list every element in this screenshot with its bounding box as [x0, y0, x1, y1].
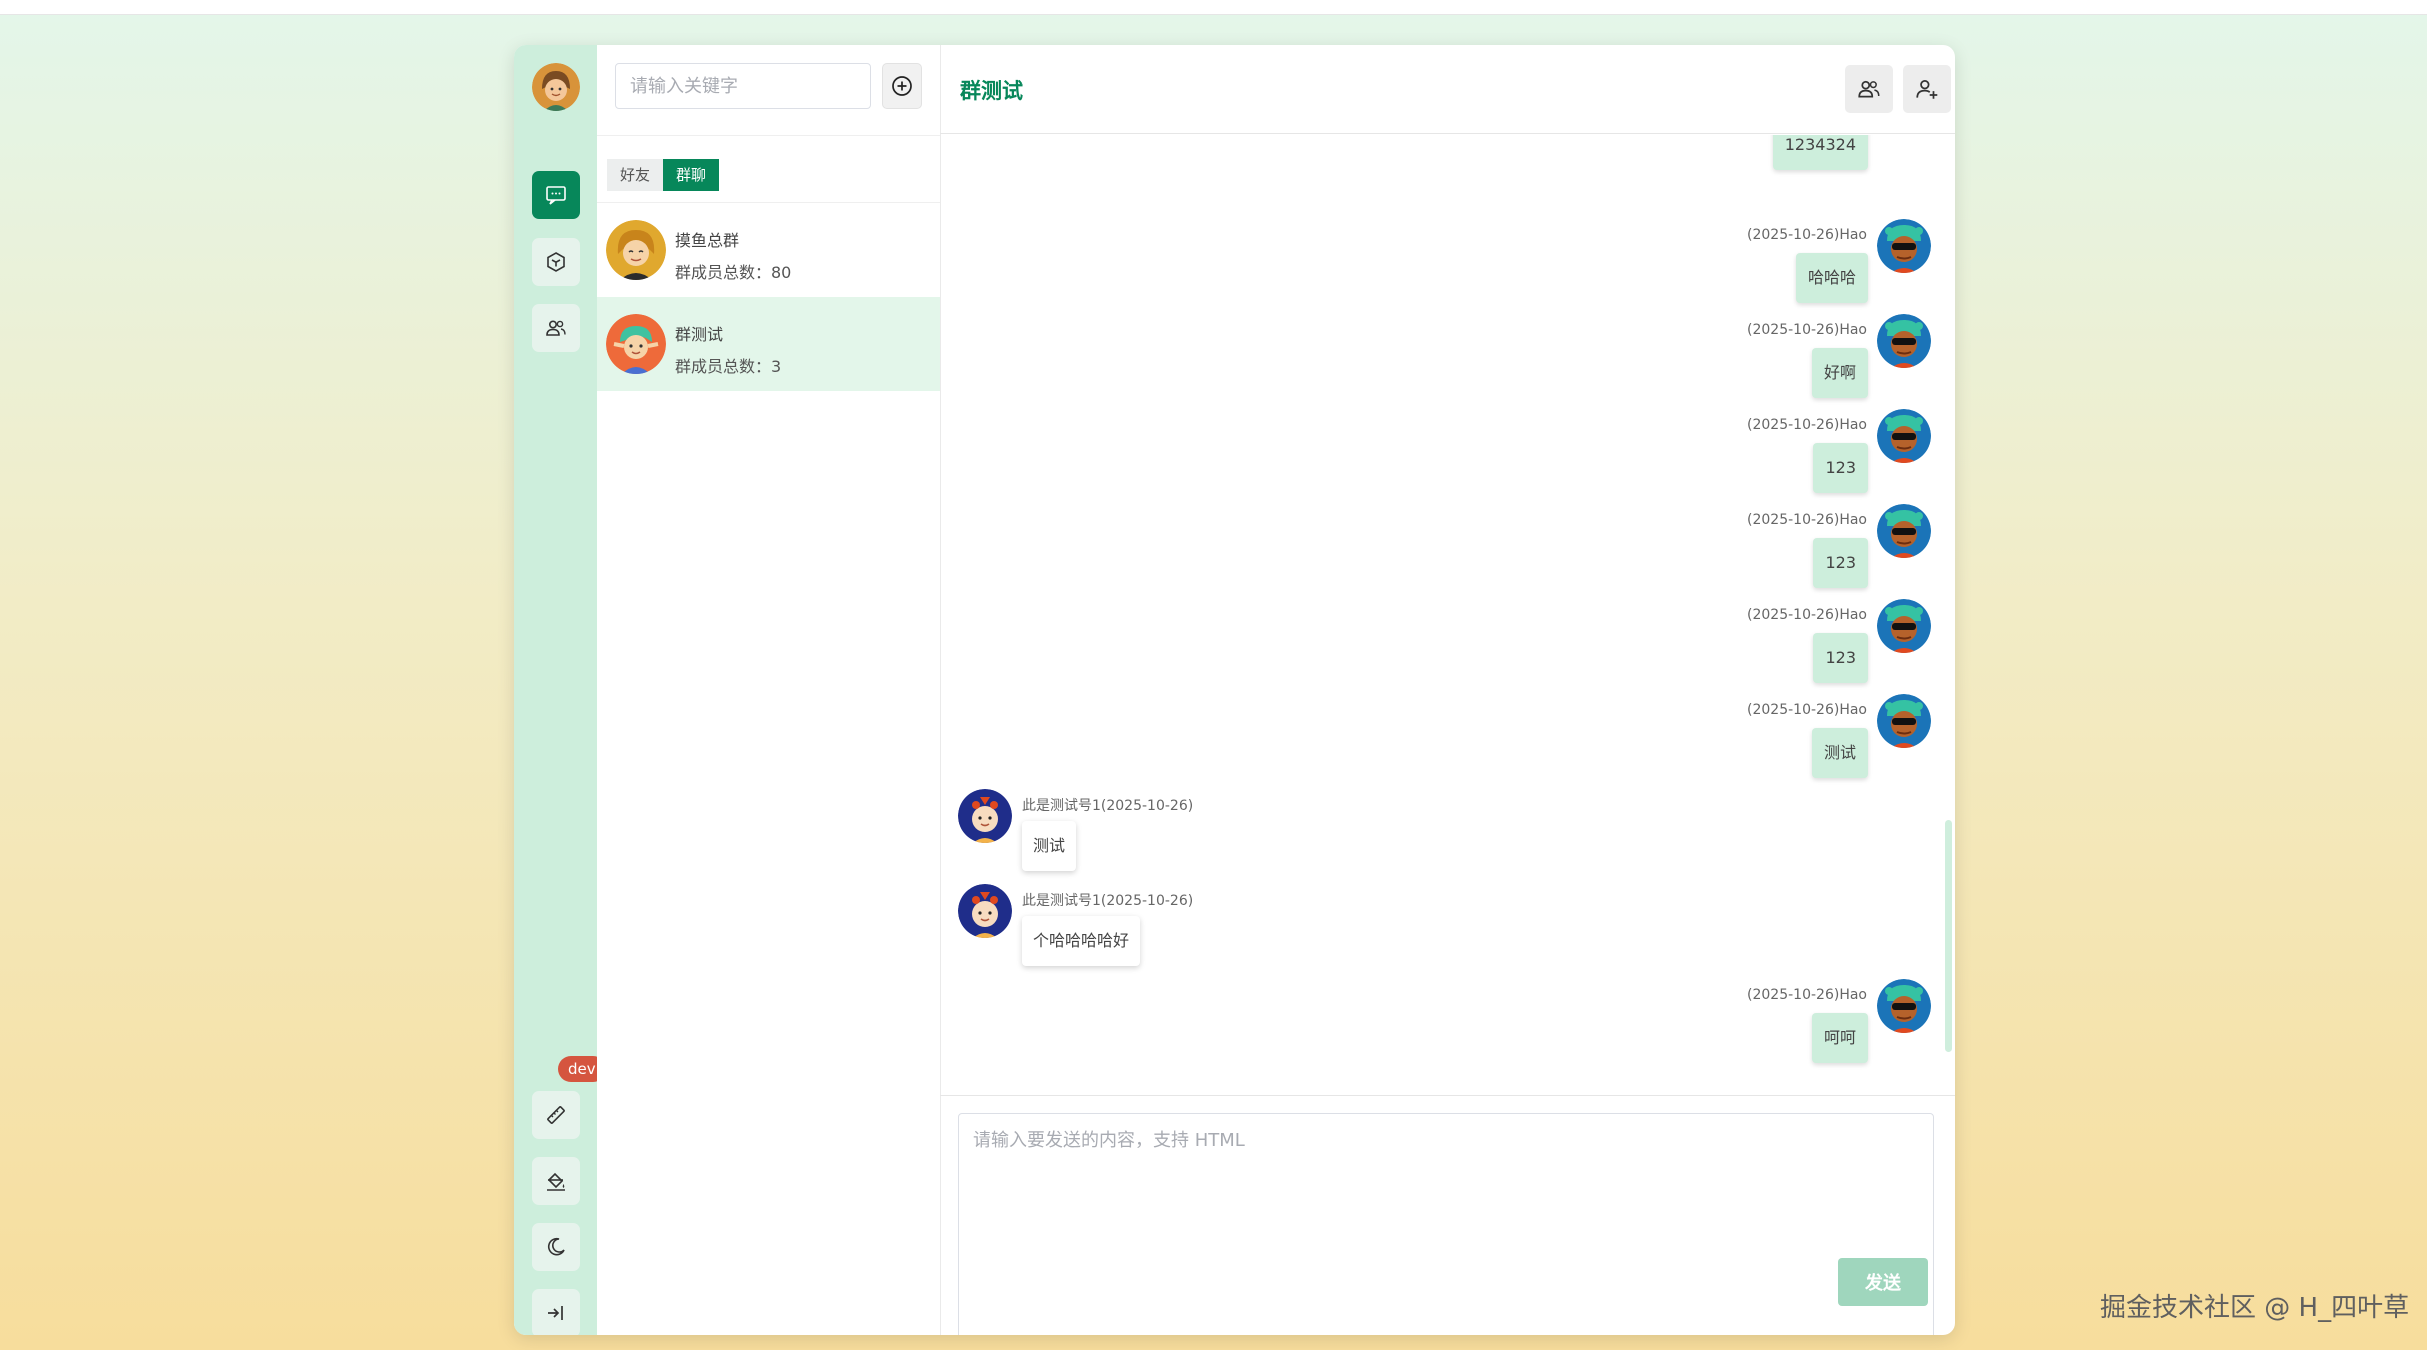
- logout-button[interactable]: [532, 1289, 580, 1335]
- sender-avatar: [1877, 599, 1931, 653]
- group-members-button[interactable]: [1845, 65, 1893, 113]
- tab-groups[interactable]: 群聊: [663, 159, 720, 191]
- users-group-icon: [1858, 80, 1880, 98]
- message-meta: (2025-10-26)Hao: [1747, 702, 1867, 718]
- dark-mode-toggle[interactable]: [532, 1223, 580, 1271]
- conversation-member-count: 群成员总数：80: [675, 263, 792, 282]
- conversation-item[interactable]: 摸鱼总群 群成员总数：80: [597, 203, 940, 297]
- message-bubble: 哈哈哈: [1795, 253, 1868, 303]
- chat-header: 群测试: [940, 45, 1955, 134]
- dev-tools-button[interactable]: [532, 1091, 580, 1139]
- message-bubble: 123: [1813, 443, 1868, 493]
- hexagon-cube-icon: [547, 252, 565, 272]
- conversation-name: 群测试: [675, 325, 724, 344]
- nav-rail: dev: [514, 45, 606, 1335]
- message-meta: (2025-10-26)Hao: [1747, 512, 1867, 528]
- add-button[interactable]: [882, 63, 922, 109]
- add-member-button[interactable]: [1903, 65, 1951, 113]
- message-input[interactable]: [958, 1113, 1934, 1335]
- theme-paint-button[interactable]: [532, 1157, 580, 1205]
- sender-avatar: [1877, 409, 1931, 463]
- message-meta: (2025-10-26)Hao: [1747, 227, 1867, 243]
- list-divider: [597, 135, 940, 136]
- sender-avatar: [1877, 979, 1931, 1033]
- watermark: 掘金技术社区 @ H_四叶草: [2100, 1293, 2410, 1323]
- user-plus-icon: [1916, 80, 1938, 99]
- message-meta: (2025-10-26)Hao: [1747, 607, 1867, 623]
- message-bubble: 1234324: [1772, 135, 1868, 170]
- sender-avatar: [1877, 694, 1931, 748]
- nav-contacts-button[interactable]: [532, 304, 580, 352]
- sender-avatar: [1877, 504, 1931, 558]
- message-bubble: 测试: [1022, 821, 1077, 871]
- tab-friends[interactable]: 好友: [607, 159, 664, 191]
- sender-avatar: [958, 884, 1012, 938]
- chat-title: 群测试: [960, 79, 1023, 103]
- list-tabs: 好友 群聊: [607, 159, 720, 191]
- group-avatar: [606, 314, 666, 374]
- message-bubble: 呵呵: [1811, 1013, 1868, 1063]
- message-bubble: 测试: [1811, 728, 1868, 778]
- browser-top-bar: [0, 0, 2427, 15]
- message-scrollbar[interactable]: [1945, 820, 1952, 1052]
- chat-panel: 群测试 1234324 (2025-10-26)Hao 哈哈哈 (2025-10…: [940, 45, 1955, 1335]
- composer-divider: [940, 1095, 1955, 1096]
- conversation-member-count: 群成员总数：3: [675, 357, 782, 376]
- message-meta: (2025-10-26)Hao: [1747, 987, 1867, 1003]
- current-user-avatar[interactable]: [532, 63, 580, 111]
- paint-bucket-icon: [547, 1172, 565, 1191]
- plus-circle-icon: [892, 76, 912, 96]
- logout-arrow-icon: [548, 1306, 563, 1320]
- conversation-name: 摸鱼总群: [675, 231, 740, 250]
- ruler-icon: [547, 1106, 565, 1124]
- sender-avatar: [1877, 314, 1931, 368]
- message-bubble: 好啊: [1811, 348, 1868, 398]
- moon-icon: [548, 1237, 565, 1256]
- search-input[interactable]: [615, 63, 871, 109]
- message-meta: 此是测试号1(2025-10-26): [1022, 893, 1194, 909]
- sender-avatar: [958, 789, 1012, 843]
- nav-chat-button[interactable]: [532, 171, 580, 219]
- chat-app-window: dev 请输入关键字 好友 群聊 摸鱼总群 群成员总数：80 群测试 群成员总数…: [514, 45, 1955, 1335]
- nav-discover-button[interactable]: [532, 238, 580, 286]
- message-meta: 此是测试号1(2025-10-26): [1022, 798, 1194, 814]
- message-list[interactable]: 1234324 (2025-10-26)Hao 哈哈哈 (2025-10-26)…: [940, 135, 1955, 1095]
- message-bubble: 123: [1813, 633, 1868, 683]
- sender-avatar: [1877, 219, 1931, 273]
- chat-bubble-icon: [546, 186, 566, 205]
- message-bubble: 123: [1813, 538, 1868, 588]
- users-group-icon: [546, 320, 566, 336]
- message-meta: (2025-10-26)Hao: [1747, 417, 1867, 433]
- conversation-list-panel: 好友 群聊 摸鱼总群 群成员总数：80: [597, 45, 941, 1335]
- group-avatar: [606, 220, 666, 280]
- conversation-item-active[interactable]: 群测试 群成员总数：3: [597, 297, 940, 391]
- message-bubble: 个哈哈哈哈好: [1022, 916, 1141, 966]
- message-meta: (2025-10-26)Hao: [1747, 322, 1867, 338]
- send-button[interactable]: 发送: [1838, 1258, 1928, 1306]
